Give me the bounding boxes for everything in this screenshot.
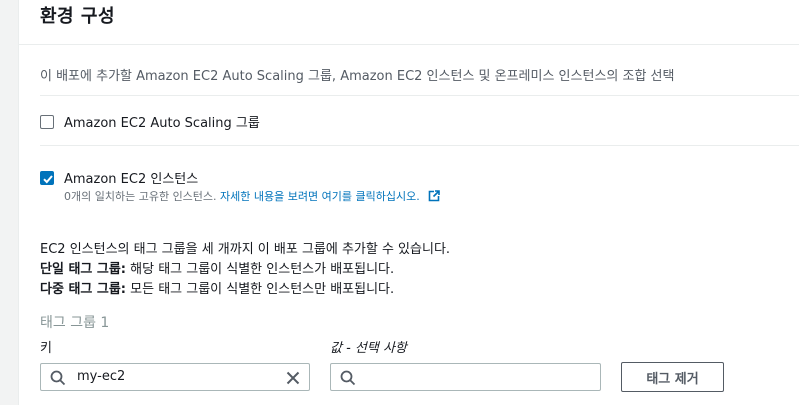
tag-group-info: EC2 인스턴스의 태그 그룹을 세 개까지 이 배포 그룹에 추가할 수 있습… [40,242,451,257]
divider [40,145,799,146]
single-tag-group-info: 단일 태그 그룹: 해당 태그 그룹이 식별한 인스턴스가 배포됩니다. [40,258,394,277]
single-tag-group-label: 단일 태그 그룹: [40,262,127,277]
search-icon [50,370,66,386]
value-label: 값 - 선택 사항 [330,341,407,356]
environment-config-panel: 환경 구성 이 배포에 추가할 Amazon EC2 Auto Scaling … [18,0,799,405]
checkmark-icon [43,175,53,184]
panel-header: 환경 구성 [19,0,799,45]
external-link-icon[interactable] [428,190,441,205]
tag-group-title: 태그 그룹 1 [40,315,110,331]
multi-tag-group-label: 다중 태그 그룹: [40,282,127,297]
details-link[interactable]: 자세한 내용을 보려면 여기를 클릭하십시오. [220,190,420,203]
matching-instances-count: 0개의 일치하는 고유한 인스턴스. [64,190,217,203]
multi-tag-group-info: 다중 태그 그룹: 모든 태그 그룹이 식별한 인스턴스만 배포됩니다. [40,278,394,297]
ec2-instances-subtext: 0개의 일치하는 고유한 인스턴스. 자세한 내용을 보려면 여기를 클릭하십시… [64,188,441,205]
autoscaling-label[interactable]: Amazon EC2 Auto Scaling 그룹 [64,112,260,131]
ec2-instances-checkbox[interactable] [40,171,54,185]
tag-key-input[interactable]: my-ec2 [40,363,310,391]
tag-value-input[interactable] [330,363,601,391]
divider [40,95,799,96]
close-icon[interactable] [285,370,301,386]
tag-key-value[interactable]: my-ec2 [77,369,125,384]
autoscaling-checkbox[interactable] [40,115,54,129]
remove-tag-button[interactable]: 태그 제거 [621,362,724,392]
section-title: 환경 구성 [40,6,116,27]
section-description: 이 배포에 추가할 Amazon EC2 Auto Scaling 그룹, Am… [40,69,675,84]
key-label: 키 [40,341,52,356]
search-icon [340,370,356,386]
ec2-instances-label[interactable]: Amazon EC2 인스턴스 [64,168,198,187]
single-tag-group-text: 해당 태그 그룹이 식별한 인스턴스가 배포됩니다. [126,262,395,277]
multi-tag-group-text: 모든 태그 그룹이 식별한 인스턴스만 배포됩니다. [126,282,395,297]
